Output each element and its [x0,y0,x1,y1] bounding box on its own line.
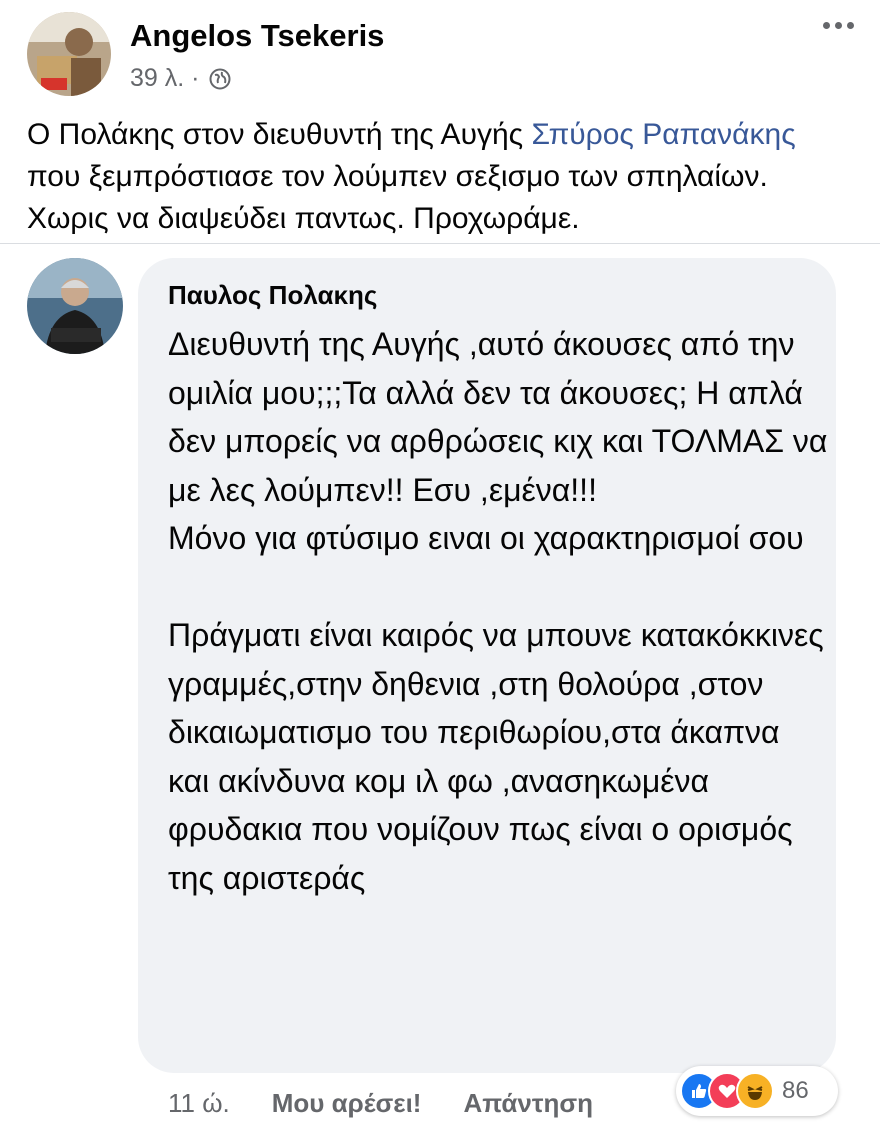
post-author-name[interactable]: Angelos Tsekeris [130,18,384,54]
comment-bubble: Παυλος Πολακης Διευθυντή της Αυγής ,αυτό… [138,258,836,1073]
comment-author-avatar[interactable] [27,258,123,354]
post-author-avatar[interactable] [27,12,111,96]
like-button[interactable]: Μου αρέσει! [272,1088,422,1119]
reaction-count: 86 [782,1077,809,1104]
reply-button[interactable]: Απάντηση [463,1088,593,1119]
mention-link[interactable]: Σπύρος Ραπανάκης [531,118,795,151]
comment-text: Διευθυντή της Αυγής ,αυτό άκουσες από τη… [168,326,828,896]
post-time[interactable]: 39 λ. · [130,64,199,93]
globe-icon [209,68,231,89]
post-text: Ο Πολάκης στον διευθυντή της Αυγής Σπύρο… [27,118,796,235]
comment-time[interactable]: 11 ώ. [168,1088,230,1119]
haha-icon [736,1072,774,1110]
comment-author-name[interactable]: Παυλος Πολακης [168,280,377,311]
divider [0,243,880,244]
reactions-summary[interactable]: 86 [676,1066,838,1116]
post-meta: 39 λ. · [130,64,231,93]
more-options-icon[interactable] [823,22,854,29]
comment-actions: 11 ώ. Μου αρέσει! Απάντηση [168,1084,593,1122]
